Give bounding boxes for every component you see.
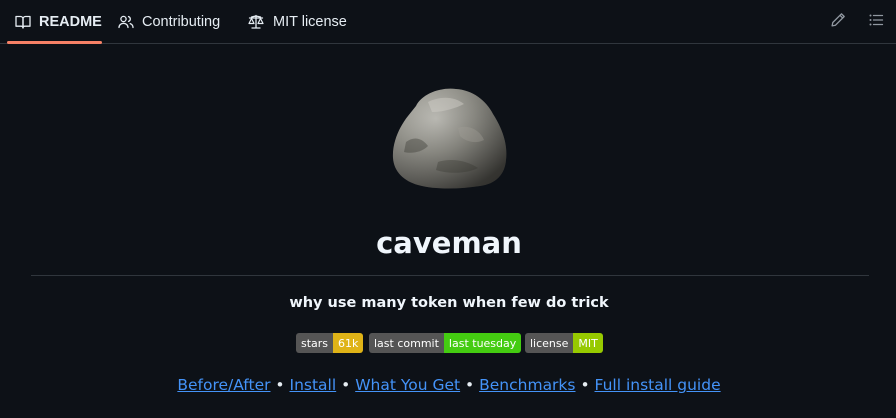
readme-tagline: why use many token when few do trick <box>289 295 609 311</box>
edit-file-button[interactable] <box>826 10 850 34</box>
last-commit-badge[interactable]: last commit last tuesday <box>369 333 522 353</box>
people-icon <box>118 14 134 30</box>
readme-nav-links: Before/After • Install • What You Get • … <box>0 376 896 394</box>
outline-button[interactable] <box>864 10 888 34</box>
link-full-install-guide[interactable]: Full install guide <box>595 376 721 394</box>
tab-contributing[interactable]: Contributing <box>118 0 220 44</box>
stars-badge[interactable]: stars 61k <box>296 333 364 353</box>
license-badge-value: MIT <box>573 333 603 353</box>
tab-mit-license[interactable]: MIT license <box>247 0 347 44</box>
stars-badge-value: 61k <box>333 333 364 353</box>
tab-readme[interactable]: README <box>15 0 102 44</box>
rock-logo-image <box>388 82 512 192</box>
last-commit-badge-label: last commit <box>369 333 444 353</box>
tab-readme-label: README <box>39 14 102 30</box>
active-tab-indicator <box>7 41 102 44</box>
last-commit-badge-value: last tuesday <box>443 333 522 353</box>
tab-contributing-label: Contributing <box>142 14 221 30</box>
book-icon <box>15 14 31 30</box>
link-separator: • <box>465 376 480 394</box>
readme-tab-bar: README Contributing MIT license <box>0 0 896 44</box>
list-unordered-icon <box>868 12 884 33</box>
link-install[interactable]: Install <box>290 376 337 394</box>
tab-mit-license-label: MIT license <box>273 14 347 30</box>
link-what-you-get[interactable]: What You Get <box>355 376 460 394</box>
heading-divider <box>31 275 869 276</box>
readme-title: caveman <box>376 226 522 260</box>
link-separator: • <box>275 376 290 394</box>
link-separator: • <box>580 376 595 394</box>
link-benchmarks[interactable]: Benchmarks <box>479 376 575 394</box>
link-separator: • <box>341 376 356 394</box>
stars-badge-label: stars <box>296 333 334 353</box>
license-badge-label: license <box>525 333 574 353</box>
law-icon <box>247 14 265 30</box>
pencil-icon <box>830 12 846 33</box>
license-badge[interactable]: license MIT <box>525 333 603 353</box>
link-before-after[interactable]: Before/After <box>177 376 270 394</box>
